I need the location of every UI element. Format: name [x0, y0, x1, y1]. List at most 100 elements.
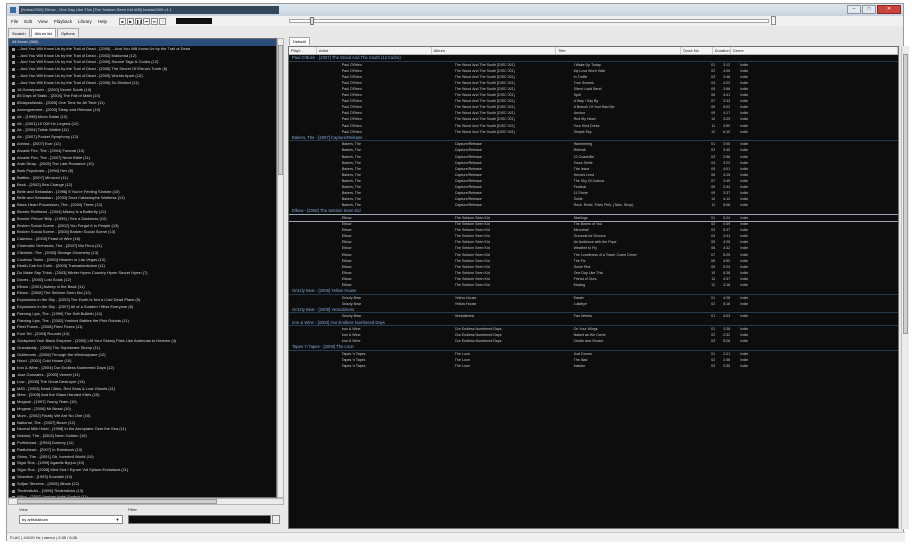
tree-item[interactable]: Grandaddy - [2000] The Sophtware Slump (…	[9, 345, 276, 352]
previous-button[interactable]: ⏮	[143, 17, 151, 25]
tree-scroll-thumb[interactable]	[278, 45, 283, 175]
expand-icon[interactable]	[12, 435, 15, 439]
menu-library[interactable]: Library	[78, 19, 92, 24]
expand-icon[interactable]	[12, 163, 15, 167]
tree-item[interactable]: Battles - [2007] Mirrored (11)	[9, 175, 276, 182]
expand-icon[interactable]	[12, 428, 15, 432]
expand-icon[interactable]	[12, 190, 15, 194]
tree-item[interactable]: Four Tet - [2003] Rounds (10)	[9, 331, 276, 338]
expand-icon[interactable]	[12, 482, 15, 486]
expand-icon[interactable]	[12, 333, 15, 337]
expand-icon[interactable]	[12, 367, 15, 371]
expand-icon[interactable]	[12, 387, 15, 391]
expand-icon[interactable]	[12, 47, 15, 51]
tree-item[interactable]: Black Heart Procession, The - [2000] Thr…	[9, 202, 276, 209]
expand-icon[interactable]	[12, 380, 15, 384]
tree-item[interactable]: Slowdive - [1993] Souvlaki (10)	[9, 474, 276, 481]
tree-item[interactable]: Broken Social Scene - [2005] Broken Soci…	[9, 229, 276, 236]
volume-slider[interactable]	[176, 18, 213, 24]
tree-item[interactable]: Amiina - [2007] Kurr (12)	[9, 141, 276, 148]
expand-icon[interactable]	[12, 183, 15, 187]
tree-item[interactable]: ...And You Will Know Us by the Trail of …	[9, 46, 276, 53]
tree-item[interactable]: Doves - [2000] Lost Souls (12)	[9, 277, 276, 284]
tree-item[interactable]: Hood - [2001] Cold House (10)	[9, 358, 276, 365]
tab-default-playlist[interactable]: Default	[289, 37, 310, 45]
menu-file[interactable]: File	[11, 19, 18, 24]
expand-icon[interactable]	[12, 88, 15, 92]
tree-item[interactable]: Calexico - [2003] Feast of Wire (16)	[9, 236, 276, 243]
expand-icon[interactable]	[12, 258, 15, 262]
tree-item[interactable]: 65 Days of Static - [2004] The Fall of M…	[9, 93, 276, 100]
tree-item[interactable]: Tindersticks - [1995] Tindersticks (13)	[9, 488, 276, 495]
play-button[interactable]: ▶	[127, 17, 135, 25]
expand-icon[interactable]	[12, 265, 15, 269]
expand-icon[interactable]	[12, 115, 15, 119]
expand-icon[interactable]	[12, 319, 15, 323]
expand-icon[interactable]	[12, 142, 15, 146]
tree-item[interactable]: Cocteau Twins - [1990] Heaven or Las Veg…	[9, 257, 276, 264]
tree-root[interactable]: All Music (586)	[9, 39, 276, 46]
expand-icon[interactable]	[12, 210, 15, 214]
tree-item[interactable]: Jose Gonzalez - [2003] Veneer (11)	[9, 372, 276, 379]
expand-icon[interactable]	[12, 197, 15, 201]
tree-item[interactable]: Explosions in the Sky - [2007] All of a …	[9, 304, 276, 311]
stop-button[interactable]: ■	[119, 17, 127, 25]
column-playing[interactable]: Playi...	[289, 47, 317, 54]
playlist-row[interactable]: Bakers, The Capture/Release Rock, Redd, Th…	[289, 202, 898, 208]
tree-item[interactable]: ...And You Will Know Us by the Trail of …	[9, 66, 276, 73]
tree-item[interactable]: Flaming Lips, The - [2002] Yoshimi Battl…	[9, 318, 276, 325]
playlist-row[interactable]: Grizzly Bear Yellow House Lullabye 02 5:16 In…	[289, 301, 898, 307]
expand-icon[interactable]	[12, 278, 15, 282]
column-duration[interactable]: Duration	[713, 47, 731, 54]
menu-view[interactable]: View	[38, 19, 48, 24]
expand-icon[interactable]	[12, 374, 15, 378]
expand-icon[interactable]	[12, 108, 15, 112]
tree-item[interactable]: Air - [2007] Pocket Symphony (12)	[9, 134, 276, 141]
expand-icon[interactable]	[12, 312, 15, 316]
expand-icon[interactable]	[12, 489, 15, 493]
expand-icon[interactable]	[12, 326, 15, 330]
expand-icon[interactable]	[12, 54, 15, 58]
tree-item[interactable]: Elbow - [2008] The Seldom Seen Kid (12)	[9, 290, 276, 297]
tree-item[interactable]: Bonnie 'Prince' Billy - [1999] I See a D…	[9, 216, 276, 223]
tree-item[interactable]: Low - [2005] The Great Destroyer (13)	[9, 379, 276, 386]
expand-icon[interactable]	[12, 408, 15, 412]
tree-item[interactable]: National, The - [2007] Boxer (12)	[9, 420, 276, 427]
chevron-down-icon[interactable]: ▼	[114, 516, 121, 523]
next-button[interactable]: ⏭	[151, 17, 159, 25]
expand-icon[interactable]	[12, 81, 15, 85]
expand-icon[interactable]	[12, 149, 15, 153]
album-list-tree[interactable]: All Music (586) ...And You Will Know Us …	[8, 38, 277, 498]
tree-item[interactable]: Belle and Sebastian - [1996] If You're F…	[9, 189, 276, 196]
expand-icon[interactable]	[12, 238, 15, 242]
expand-icon[interactable]	[12, 217, 15, 221]
expand-icon[interactable]	[12, 401, 15, 405]
expand-icon[interactable]	[12, 170, 15, 174]
tree-item[interactable]: Death Cab for Cutie - [2003] Transatlant…	[9, 263, 276, 270]
tab-options[interactable]: Options	[56, 28, 79, 37]
menu-playback[interactable]: Playback	[54, 19, 72, 24]
expand-icon[interactable]	[12, 299, 15, 303]
expand-icon[interactable]	[12, 448, 15, 452]
expand-icon[interactable]	[12, 285, 15, 289]
playlist-row[interactable]: Grizzly Bear Veckatimest Two Weeks 01 4:03 In…	[289, 313, 898, 319]
expand-icon[interactable]	[12, 176, 15, 180]
expand-icon[interactable]	[12, 251, 15, 255]
tree-item[interactable]: Air - [1998] Moon Safari (10)	[9, 114, 276, 121]
tree-item[interactable]: Arcade Fire, The - [2007] Neon Bible (11…	[9, 155, 276, 162]
tree-item[interactable]: Belle and Sebastian - [2003] Dear Catast…	[9, 195, 276, 202]
expand-icon[interactable]	[12, 68, 15, 72]
tree-item[interactable]: Mogwai - [1997] Young Team (10)	[9, 399, 276, 406]
column-album[interactable]: Album	[432, 47, 557, 54]
column-title[interactable]: Title	[556, 47, 681, 54]
expand-icon[interactable]	[12, 462, 15, 466]
tree-horizontal-scrollbar[interactable]	[8, 498, 284, 505]
tree-item[interactable]: Flaming Lips, The - [1999] The Soft Bull…	[9, 311, 276, 318]
tree-item[interactable]: Blonde Redhead - [2004] Misery Is a Butt…	[9, 209, 276, 216]
column-artist[interactable]: Artist	[317, 47, 432, 54]
tab-album-list[interactable]: Album list	[30, 28, 56, 37]
expand-icon[interactable]	[12, 346, 15, 350]
tree-item[interactable]: Air - [2004] Talkie Walkie (11)	[9, 127, 276, 134]
tree-item[interactable]: ...And You Will Know Us by the Trail of …	[9, 53, 276, 60]
expand-icon[interactable]	[12, 122, 15, 126]
